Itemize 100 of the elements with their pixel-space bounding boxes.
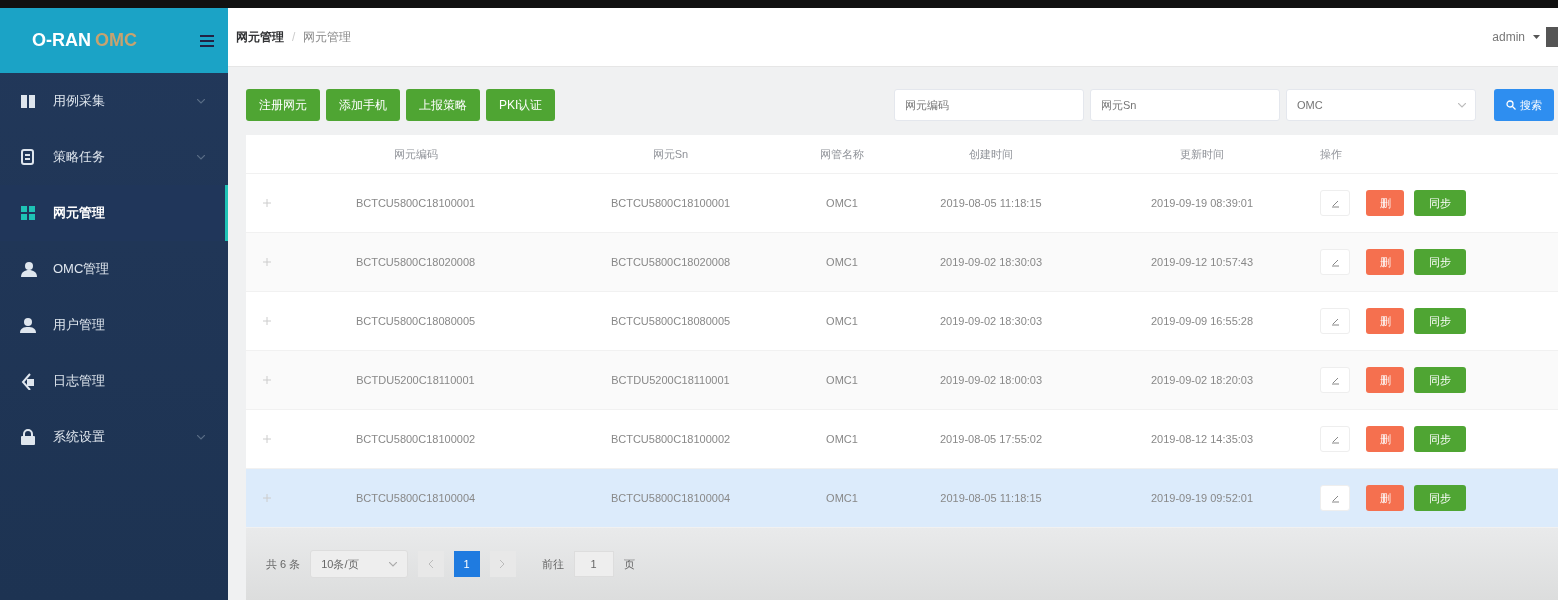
edit-button[interactable] xyxy=(1320,308,1350,334)
column-header: 操作 xyxy=(1319,146,1343,162)
logo-text: OMC xyxy=(95,30,137,51)
logo-text: O-RAN xyxy=(32,30,91,51)
edit-button[interactable] xyxy=(1320,485,1350,511)
delete-button[interactable]: 删 xyxy=(1366,308,1404,334)
page-button[interactable]: 1 xyxy=(453,551,480,577)
table-row[interactable]: BCTCU5800C18020008 BCTCU5800C18020008 OMC1 2019-09-02 18:30:03 2019-09-12 10:57:43 删 同步 xyxy=(246,233,1558,292)
table-cell-text: BCTCU5800C18020008 xyxy=(609,256,732,268)
grid-icon xyxy=(20,204,37,222)
expand-icon[interactable] xyxy=(263,199,271,207)
pencil-icon xyxy=(1330,257,1340,267)
delete-button[interactable]: 删 xyxy=(1366,485,1404,511)
column-header: 网元Sn xyxy=(651,146,690,162)
action-button[interactable]: 添加手机 xyxy=(326,89,400,121)
table-cell-text: 2019-08-05 11:18:15 xyxy=(939,197,1043,209)
column-header: 创建时间 xyxy=(968,146,1014,162)
menu-icon[interactable] xyxy=(200,34,214,47)
column-header: 网管名称 xyxy=(819,146,865,162)
table-cell-text: BCTCU5800C18100004 xyxy=(354,492,477,504)
edit-button[interactable] xyxy=(1320,367,1350,393)
expand-icon[interactable] xyxy=(263,258,271,266)
table-cell-text: BCTCU5800C18100002 xyxy=(609,433,732,445)
search-icon xyxy=(1506,100,1516,110)
table-cell-text: 2019-08-05 17:55:02 xyxy=(938,433,1044,445)
chevron-icon xyxy=(1458,103,1466,108)
table-cell-text: OMC1 xyxy=(825,433,859,445)
pencil-icon xyxy=(1330,493,1340,503)
document-icon xyxy=(20,148,37,166)
chevron-left-icon xyxy=(428,560,434,568)
column-header: 网元编码 xyxy=(392,146,439,162)
page-input[interactable]: 1 xyxy=(573,551,614,577)
page-size-select[interactable]: 10条/页 xyxy=(310,550,408,578)
table-cell-text: BCTDU5200C18110001 xyxy=(610,374,731,386)
breadcrumb-item: 网元管理 xyxy=(303,28,352,46)
avatar-icon[interactable] xyxy=(1546,27,1558,47)
sidebar-item[interactable]: 日志管理 xyxy=(0,353,228,409)
table-cell-text: 2019-08-12 14:35:03 xyxy=(1149,433,1255,445)
user-icon xyxy=(20,316,37,334)
delete-button[interactable]: 删 xyxy=(1366,190,1404,216)
table-cell-text: 2019-09-19 09:52:01 xyxy=(1149,492,1255,504)
sync-button[interactable]: 同步 xyxy=(1414,190,1466,216)
edit-button[interactable] xyxy=(1320,426,1350,452)
table-cell-text: 2019-09-09 16:55:28 xyxy=(1149,315,1255,327)
table-cell-text: 2019-09-02 18:00:03 xyxy=(938,374,1044,386)
table-cell-text: BCTDU5200C18110001 xyxy=(355,374,476,386)
action-button[interactable]: 上报策略 xyxy=(406,89,480,121)
expand-icon[interactable] xyxy=(263,494,271,502)
goto-label: 前往 xyxy=(541,556,564,572)
table-cell-text: BCTCU5800C18100001 xyxy=(609,197,732,209)
sync-button[interactable]: 同步 xyxy=(1414,485,1466,511)
edit-button[interactable] xyxy=(1320,249,1350,275)
breadcrumb-separator: / xyxy=(292,30,296,44)
sidebar-item[interactable]: 网元管理 xyxy=(0,185,228,241)
sidebar-item[interactable]: OMC管理 xyxy=(0,241,228,297)
sidebar-item[interactable]: 策略任务 xyxy=(0,129,228,185)
sync-button[interactable]: 同步 xyxy=(1414,249,1466,275)
sidebar-item[interactable]: 用户管理 xyxy=(0,297,228,353)
delete-button[interactable]: 删 xyxy=(1366,249,1404,275)
pencil-icon xyxy=(1330,198,1340,208)
table-cell-text: BCTCU5800C18080005 xyxy=(354,315,477,327)
filter-field[interactable]: 网元编码 xyxy=(894,89,1084,121)
sync-button[interactable]: 同步 xyxy=(1414,367,1466,393)
column-header: 更新时间 xyxy=(1179,146,1225,162)
log-icon xyxy=(20,372,37,390)
table-cell-text: OMC1 xyxy=(825,315,859,327)
user-menu[interactable]: admin xyxy=(1492,30,1525,44)
table-cell-text: 2019-09-02 18:20:03 xyxy=(1149,374,1255,386)
table-row[interactable]: BCTCU5800C18100004 BCTCU5800C18100004 OMC1 2019-08-05 11:18:15 2019-09-19 09:52:01 删 同步 xyxy=(246,469,1558,528)
edit-button[interactable] xyxy=(1320,190,1350,216)
sync-button[interactable]: 同步 xyxy=(1414,426,1466,452)
omc-select[interactable]: OMC xyxy=(1286,89,1476,121)
expand-icon[interactable] xyxy=(263,376,271,384)
table-cell-text: OMC1 xyxy=(825,492,859,504)
prev-page-button[interactable] xyxy=(417,551,444,577)
table-cell-text: 2019-09-19 08:39:01 xyxy=(1149,197,1255,209)
next-page-button[interactable] xyxy=(489,551,516,577)
expand-icon[interactable] xyxy=(263,317,271,325)
filter-field[interactable]: 网元Sn xyxy=(1090,89,1280,121)
lock-icon xyxy=(20,428,37,446)
search-button[interactable]: 搜索 xyxy=(1494,89,1554,121)
table-cell-text: BCTCU5800C18020008 xyxy=(354,256,477,268)
chevron-right-icon xyxy=(500,560,506,568)
pencil-icon xyxy=(1330,434,1340,444)
expand-icon[interactable] xyxy=(263,435,271,443)
sidebar-item[interactable]: 系统设置 xyxy=(0,409,228,465)
table-cell-text: 2019-09-12 10:57:43 xyxy=(1149,256,1255,268)
sync-button[interactable]: 同步 xyxy=(1414,308,1466,334)
sidebar-item[interactable]: 用例采集 xyxy=(0,73,228,129)
table-cell-text: 2019-09-02 18:30:03 xyxy=(938,256,1044,268)
users-icon xyxy=(20,260,37,278)
action-button[interactable]: PKI认证 xyxy=(486,89,556,121)
table-cell-text: OMC1 xyxy=(825,256,859,268)
table-cell-text: 2019-09-02 18:30:03 xyxy=(938,315,1044,327)
action-button[interactable]: 注册网元 xyxy=(246,89,320,121)
delete-button[interactable]: 删 xyxy=(1366,367,1404,393)
breadcrumb-item[interactable]: 网元管理 xyxy=(236,28,284,46)
delete-button[interactable]: 删 xyxy=(1366,426,1404,452)
table-cell-text: 2019-08-05 11:18:15 xyxy=(939,492,1043,504)
table-row[interactable]: BCTDU5200C18110001 BCTDU5200C18110001 OMC1 2019-09-02 18:00:03 2019-09-02 18:20:03 删 同步 xyxy=(246,351,1558,410)
